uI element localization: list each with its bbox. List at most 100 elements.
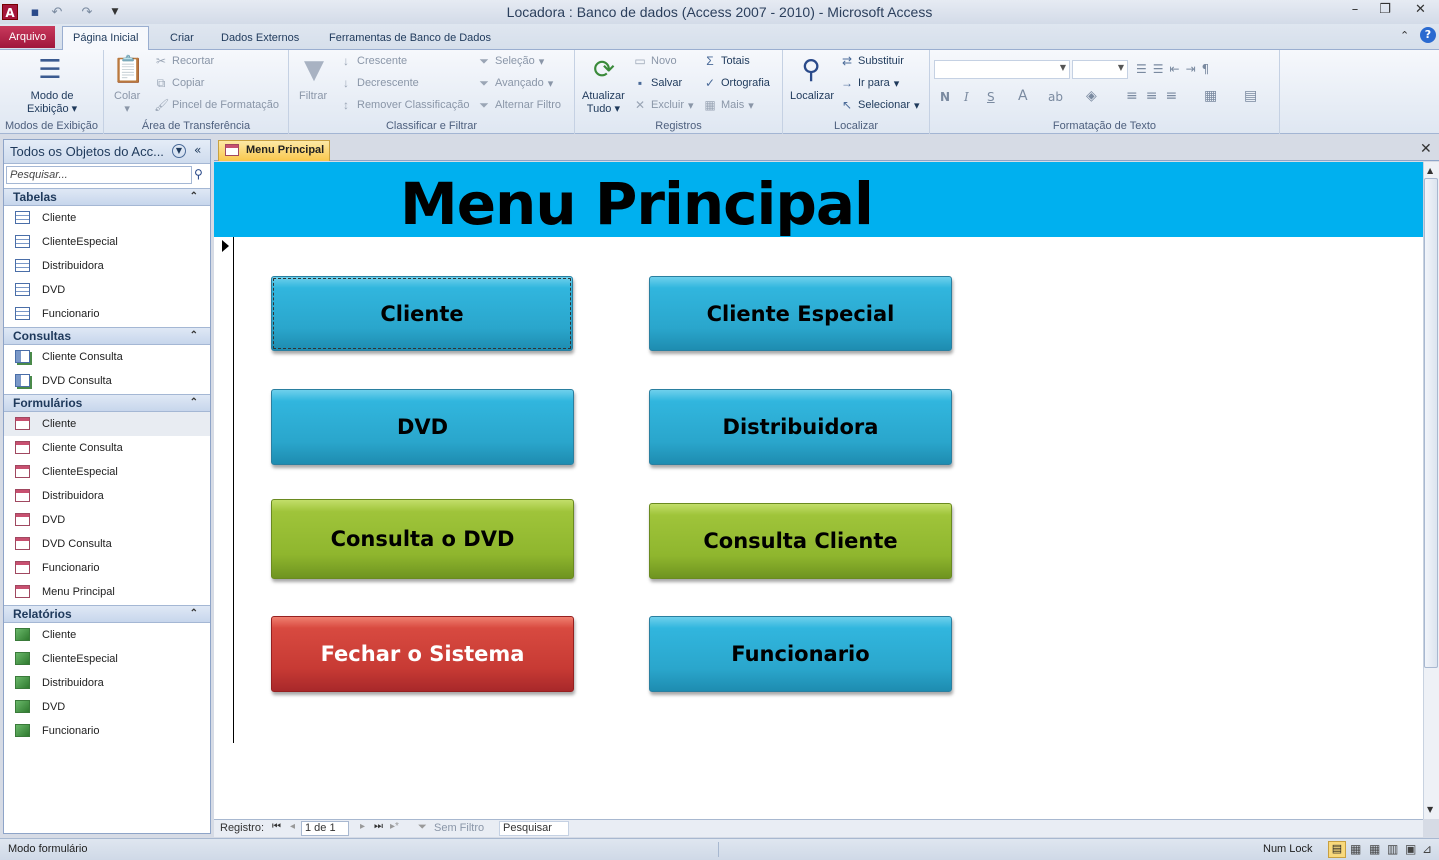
close-window-button[interactable]: ✕ xyxy=(1402,0,1439,22)
nav-search-input[interactable]: Pesquisar... xyxy=(6,166,192,184)
scrollbar-thumb[interactable] xyxy=(1424,178,1438,668)
collapse-pane-icon[interactable]: « xyxy=(194,143,201,157)
nav-report-funcionario[interactable]: Funcionario xyxy=(4,719,210,743)
refresh-all-button[interactable]: Atualizar Tudo ▾ xyxy=(582,90,625,115)
gridlines-icon[interactable]: ▦ xyxy=(1204,88,1217,104)
cliente-especial-button[interactable]: Cliente Especial xyxy=(649,276,952,351)
align-right-icon[interactable]: ≡ xyxy=(1165,88,1185,104)
decrease-indent-icon[interactable]: ⇤ xyxy=(1170,62,1186,76)
paste-button[interactable]: Colar ▾ xyxy=(114,90,140,115)
filter-button[interactable]: Filtrar xyxy=(299,90,327,102)
nav-form-cliente[interactable]: Cliente xyxy=(4,412,210,436)
restore-button[interactable]: ❐ xyxy=(1370,0,1400,22)
toggle-filter-button[interactable]: ⏷ Alternar Filtro xyxy=(477,98,561,112)
paragraph-icon[interactable]: ¶ xyxy=(1202,62,1216,76)
nav-table-dvd[interactable]: DVD xyxy=(4,278,210,302)
sort-descending-button[interactable]: ↓ Decrescente xyxy=(339,76,419,90)
highlight-icon[interactable]: ab xyxy=(1048,90,1063,104)
pivottable-view-icon[interactable]: ▦ xyxy=(1369,842,1380,856)
nav-form-distribuidora[interactable]: Distribuidora xyxy=(4,484,210,508)
bold-button[interactable]: N xyxy=(940,90,950,104)
funcionario-button[interactable]: Funcionario xyxy=(649,616,952,692)
consulta-dvd-button[interactable]: Consulta o DVD xyxy=(271,499,574,579)
nav-report-cliente[interactable]: Cliente xyxy=(4,623,210,647)
cut-button[interactable]: ✂ Recortar xyxy=(154,54,214,68)
bullets-icon[interactable]: ☰ xyxy=(1136,62,1153,76)
consulta-cliente-button[interactable]: Consulta Cliente xyxy=(649,503,952,579)
font-family-select[interactable]: ▼ xyxy=(934,60,1070,79)
more-button[interactable]: ▦ Mais ▾ xyxy=(703,98,753,112)
minimize-ribbon-icon[interactable]: ⌃ xyxy=(1400,29,1409,42)
underline-button[interactable]: S xyxy=(987,90,995,104)
select-button[interactable]: ↖ Selecionar ▾ xyxy=(840,98,920,112)
form-view-icon[interactable]: ▤ xyxy=(1328,841,1346,858)
font-color-icon[interactable]: A xyxy=(1018,88,1028,104)
copy-button[interactable]: ⧉ Copiar xyxy=(154,76,205,90)
align-buttons[interactable]: ≡≡≡ xyxy=(1126,88,1185,104)
close-document-icon[interactable]: ✕ xyxy=(1420,141,1432,157)
record-search-input[interactable]: Pesquisar xyxy=(499,821,569,836)
layout-view-icon[interactable]: ▣ xyxy=(1405,842,1416,856)
align-left-icon[interactable]: ≡ xyxy=(1126,88,1146,104)
replace-button[interactable]: ⇄ Substituir xyxy=(840,54,904,68)
nav-form-dvd[interactable]: DVD xyxy=(4,508,210,532)
nav-form-cliente-consulta[interactable]: Cliente Consulta xyxy=(4,436,210,460)
new-record-button[interactable]: ▭ Novo xyxy=(633,54,676,68)
nav-pane-header[interactable]: Todos os Objetos do Acc... ▼ « xyxy=(4,140,210,164)
distribuidora-button[interactable]: Distribuidora xyxy=(649,389,952,465)
nav-report-distribuidora[interactable]: Distribuidora xyxy=(4,671,210,695)
selection-button[interactable]: ⏷ Seleção ▾ xyxy=(477,54,544,68)
last-record-icon[interactable]: ⏭ xyxy=(374,821,383,832)
nav-table-cliente[interactable]: Cliente xyxy=(4,206,210,230)
increase-indent-icon[interactable]: ⇥ xyxy=(1186,62,1202,76)
record-selector[interactable] xyxy=(214,237,234,743)
fechar-sistema-button[interactable]: Fechar o Sistema xyxy=(271,616,574,692)
fill-color-icon[interactable]: ◈ xyxy=(1086,88,1097,104)
prev-record-icon[interactable]: ◂ xyxy=(290,821,295,832)
datasheet-view-icon[interactable]: ▦ xyxy=(1350,842,1361,856)
nav-form-menu-principal[interactable]: Menu Principal xyxy=(4,580,210,604)
nav-query-cliente-consulta[interactable]: Cliente Consulta xyxy=(4,345,210,369)
nav-menu-dropdown-icon[interactable]: ▼ xyxy=(172,144,186,158)
tab-ferramentas-bd[interactable]: Ferramentas de Banco de Dados xyxy=(319,28,501,50)
advanced-button[interactable]: ⏷ Avançado ▾ xyxy=(477,76,553,90)
section-formularios[interactable]: Formulários ⌃ xyxy=(4,394,210,412)
next-record-icon[interactable]: ▸ xyxy=(360,821,365,832)
tab-dados-externos[interactable]: Dados Externos xyxy=(211,28,309,50)
format-painter-button[interactable]: 🖌 Pincel de Formatação xyxy=(154,98,279,112)
save-record-button[interactable]: ▪ Salvar xyxy=(633,76,682,90)
record-position-input[interactable]: 1 de 1 xyxy=(301,821,349,836)
view-button[interactable]: Modo de Exibição ▾ xyxy=(27,90,77,115)
nav-report-clienteespecial[interactable]: ClienteEspecial xyxy=(4,647,210,671)
scroll-down-icon[interactable]: ▼ xyxy=(1427,805,1433,814)
scroll-up-icon[interactable]: ▲ xyxy=(1427,166,1433,175)
totals-button[interactable]: Σ Totais xyxy=(703,54,749,68)
design-view-icon[interactable]: ⊿ xyxy=(1422,842,1432,856)
tab-criar[interactable]: Criar xyxy=(160,28,204,50)
tab-arquivo[interactable]: Arquivo xyxy=(0,26,55,48)
section-tabelas[interactable]: Tabelas ⌃ xyxy=(4,188,210,206)
nav-form-dvd-consulta[interactable]: DVD Consulta xyxy=(4,532,210,556)
minimize-button[interactable]: – xyxy=(1340,0,1370,22)
cliente-button[interactable]: Cliente xyxy=(271,276,573,351)
goto-button[interactable]: → Ir para ▾ xyxy=(840,76,899,90)
alternate-row-icon[interactable]: ▤ xyxy=(1244,88,1257,104)
spelling-button[interactable]: ✓ Ortografia xyxy=(703,76,770,90)
list-buttons[interactable]: ☰☰⇤⇥¶ xyxy=(1136,62,1215,76)
document-tab-menu-principal[interactable]: Menu Principal xyxy=(218,140,330,161)
nav-form-funcionario[interactable]: Funcionario xyxy=(4,556,210,580)
section-consultas[interactable]: Consultas ⌃ xyxy=(4,327,210,345)
nav-table-distribuidora[interactable]: Distribuidora xyxy=(4,254,210,278)
italic-button[interactable]: I xyxy=(964,90,969,104)
help-icon[interactable]: ? xyxy=(1420,27,1436,43)
nav-table-clienteespecial[interactable]: ClienteEspecial xyxy=(4,230,210,254)
tab-pagina-inicial[interactable]: Página Inicial xyxy=(62,26,150,51)
align-center-icon[interactable]: ≡ xyxy=(1146,88,1166,104)
dvd-button[interactable]: DVD xyxy=(271,389,574,465)
nav-query-dvd-consulta[interactable]: DVD Consulta xyxy=(4,369,210,393)
numbering-icon[interactable]: ☰ xyxy=(1153,62,1170,76)
search-icon[interactable]: ⚲ xyxy=(194,167,203,181)
pivotchart-view-icon[interactable]: ▥ xyxy=(1387,842,1398,856)
nav-table-funcionario[interactable]: Funcionario xyxy=(4,302,210,326)
remove-sort-button[interactable]: ↕ Remover Classificação xyxy=(339,98,469,112)
